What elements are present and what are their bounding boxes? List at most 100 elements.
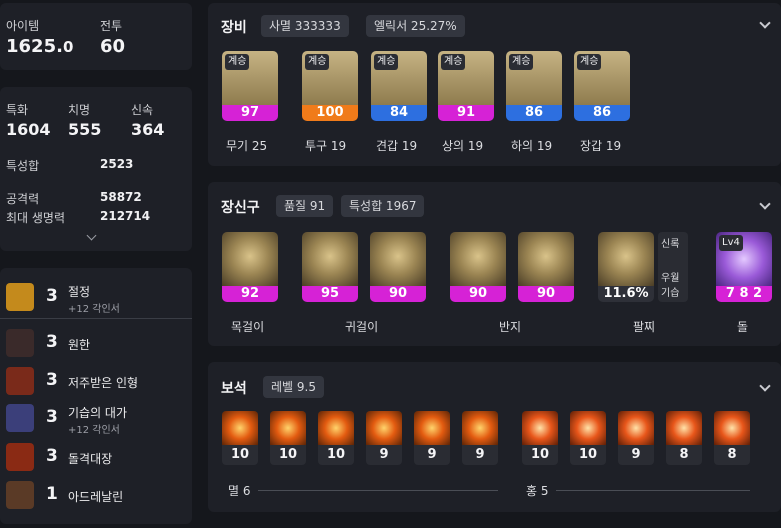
ring-icon (450, 232, 506, 286)
gem-tile[interactable]: 10 (570, 411, 606, 465)
stats-panel: 특화 1604 치명 555 신속 364 특성합 2523 공격력 58872… (0, 87, 192, 251)
equipment-label: 투구 19 (305, 139, 347, 153)
gem-tile[interactable]: 9 (414, 411, 450, 465)
crit-value: 1604 (6, 120, 51, 139)
bracelet-label: 팔찌 (633, 320, 656, 334)
engraving-name: 원한 (68, 338, 91, 352)
ring-tile[interactable]: 90 (518, 232, 574, 302)
necklace-icon (222, 232, 278, 286)
gem-tile[interactable]: 9 (366, 411, 402, 465)
swift-label: 신속 (131, 103, 154, 117)
crimson-gem-label: 홍 5 (526, 484, 549, 498)
swift-value: 364 (131, 120, 165, 139)
quality-value: 90 (518, 286, 574, 302)
equipment-tile-weapon[interactable]: 계승 97 (222, 51, 278, 121)
ring-label: 반지 (499, 320, 522, 334)
engraving-row[interactable]: 3 원한 (0, 326, 192, 362)
collapse-gems-chevron-icon[interactable] (759, 380, 771, 392)
engraving-row[interactable]: 1 아드레날린 (0, 478, 192, 514)
gem-level: 10 (230, 447, 250, 462)
engraving-row[interactable]: 3 저주받은 인형 (0, 364, 192, 400)
inherit-badge: 계승 (509, 54, 534, 70)
quality-chip: 품질 91 (276, 195, 334, 217)
equipment-label: 견갑 19 (376, 139, 418, 153)
bracelet-tile[interactable]: 11.6% (598, 232, 654, 302)
engraving-level: 3 (46, 286, 58, 306)
combat-level-label: 전투 (100, 19, 123, 33)
gem-level: 9 (427, 447, 437, 462)
bracelet-stat: 기습 (661, 288, 680, 299)
gem-level: 8 (727, 447, 737, 462)
engraving-sub: +12 각인서 (68, 425, 120, 436)
earring-icon (302, 232, 358, 286)
item-level-label: 아이템 (6, 19, 40, 33)
item-level-main: 1625. (6, 36, 63, 57)
earring-icon (370, 232, 426, 286)
gem-level: 10 (578, 447, 598, 462)
engraving-row[interactable]: 3 절정 +12 각인서 (0, 280, 192, 316)
engraving-icon (6, 367, 34, 395)
gem-tile[interactable]: 10 (522, 411, 558, 465)
collapse-accessories-chevron-icon[interactable] (759, 198, 771, 210)
elixir-chip: 엘릭서 25.27% (366, 15, 465, 37)
engraving-row[interactable]: 3 돌격대장 (0, 440, 192, 476)
engraving-icon (6, 404, 34, 432)
chi-label: 치명 (68, 103, 91, 117)
engraving-name: 기습의 대가 (68, 406, 128, 420)
gem-icon (414, 411, 450, 445)
necklace-tile[interactable]: 92 (222, 232, 278, 302)
quality-value: 7 8 2 (716, 286, 772, 302)
engraving-level: 3 (46, 446, 58, 466)
hp-value: 212714 (100, 209, 151, 223)
total-value: 2523 (100, 157, 134, 171)
engraving-level: 1 (46, 484, 58, 504)
engraving-icon (6, 283, 34, 311)
quality-value: 92 (222, 286, 278, 302)
engraving-icon (6, 329, 34, 357)
equipment-tile-helmet[interactable]: 계승 100 (302, 51, 358, 121)
engraving-divider (0, 318, 192, 319)
earring-tile[interactable]: 95 (302, 232, 358, 302)
gem-icon (222, 411, 258, 445)
accessories-title: 장신구 (221, 200, 260, 216)
gem-level-chip: 레벨 9.5 (263, 376, 324, 398)
ring-tile[interactable]: 90 (450, 232, 506, 302)
gem-tile[interactable]: 10 (318, 411, 354, 465)
equipment-tile-gloves[interactable]: 계승 86 (574, 51, 630, 121)
equipment-tile-shoulder[interactable]: 계승 84 (371, 51, 427, 121)
set-effect-chip: 사멸 333333 (261, 15, 349, 37)
gem-tile[interactable]: 8 (666, 411, 702, 465)
equipment-tile-pants[interactable]: 계승 86 (506, 51, 562, 121)
earring-tile[interactable]: 90 (370, 232, 426, 302)
quality-value: 97 (222, 105, 278, 121)
quality-value: 84 (371, 105, 427, 121)
gem-tile[interactable]: 9 (462, 411, 498, 465)
engraving-sub: +12 각인서 (68, 304, 120, 315)
gem-tile[interactable]: 8 (714, 411, 750, 465)
bracelet-icon (598, 232, 654, 286)
combat-level-value: 60 (100, 36, 126, 57)
hp-label: 최대 생명력 (6, 211, 66, 225)
engraving-name: 절정 (68, 285, 91, 299)
engraving-name: 아드레날린 (68, 490, 124, 504)
ability-stone-tile[interactable]: Lv4 7 8 2 (716, 232, 772, 302)
gems-title: 보석 (221, 381, 247, 397)
gem-tile[interactable]: 10 (222, 411, 258, 465)
gem-tile[interactable]: 10 (270, 411, 306, 465)
equipment-label: 무기 25 (226, 139, 268, 153)
gem-level: 9 (379, 447, 389, 462)
engraving-row[interactable]: 3 기습의 대가 +12 각인서 (0, 401, 192, 437)
bracelet-stats: 신록 우월 기습 (658, 232, 688, 302)
gem-tile[interactable]: 9 (618, 411, 654, 465)
equipment-tile-chest[interactable]: 계승 91 (438, 51, 494, 121)
bracelet-stat: 우월 (661, 273, 680, 284)
gem-icon (270, 411, 306, 445)
annihilation-gem-label: 멸 6 (228, 484, 251, 498)
equipment-title: 장비 (221, 20, 247, 36)
engraving-name: 돌격대장 (68, 452, 113, 466)
quality-value: 91 (438, 105, 494, 121)
gem-icon (570, 411, 606, 445)
inherit-badge: 계승 (441, 54, 466, 70)
collapse-equipment-chevron-icon[interactable] (759, 17, 771, 29)
equipment-label: 장갑 19 (580, 139, 622, 153)
